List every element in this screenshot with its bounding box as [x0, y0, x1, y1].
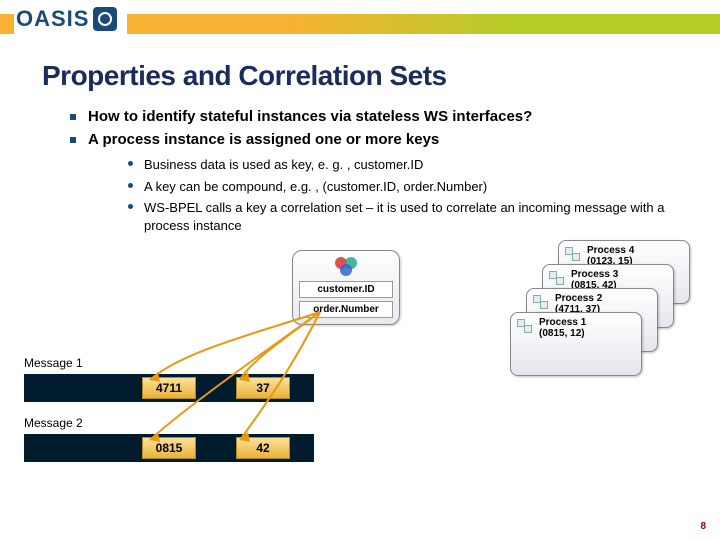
message-label: Message 1: [24, 356, 83, 370]
correlation-field: order.Number: [299, 301, 393, 318]
page-title: Properties and Correlation Sets: [42, 60, 720, 92]
process-name: Process 4: [587, 245, 683, 256]
correlation-field: customer.ID: [299, 281, 393, 298]
diagram: customer.ID order.Number Process 4 (0123…: [0, 252, 720, 492]
message-value: 0815: [142, 437, 196, 459]
process-icon: [533, 295, 549, 309]
bullet-lvl1: How to identify stateful instances via s…: [70, 108, 680, 125]
bullet-lvl1: A process instance is assigned one or mo…: [70, 131, 680, 234]
message-value: 37: [236, 377, 290, 399]
bullet-text: A process instance is assigned one or mo…: [88, 131, 439, 148]
correlation-set-box: customer.ID order.Number: [292, 250, 400, 325]
bullet-lvl2: A key can be compound, e.g. , (customer.…: [128, 178, 680, 196]
logo: OASIS: [14, 0, 127, 34]
correlation-set-card: customer.ID order.Number: [292, 250, 400, 325]
process-name: Process 2: [555, 293, 651, 304]
logo-icon: [93, 7, 117, 31]
bullet-lvl2: Business data is used as key, e. g. , cu…: [128, 156, 680, 174]
message-bar: 4711 37: [24, 374, 314, 402]
header: OASIS: [0, 0, 720, 42]
message-value: 42: [236, 437, 290, 459]
page-number: 8: [700, 521, 706, 532]
bullet-list: How to identify stateful instances via s…: [70, 108, 680, 234]
process-icon: [549, 271, 565, 285]
process-icon: [517, 319, 533, 333]
venn-icon: [332, 257, 360, 277]
process-key: (0815, 12): [539, 328, 635, 339]
bullet-lvl2: WS-BPEL calls a key a correlation set – …: [128, 199, 680, 234]
logo-text: OASIS: [16, 6, 89, 32]
process-name: Process 3: [571, 269, 667, 280]
message-bar: 0815 42: [24, 434, 314, 462]
process-name: Process 1: [539, 317, 635, 328]
process-icon: [565, 247, 581, 261]
message-label: Message 2: [24, 416, 83, 430]
message-value: 4711: [142, 377, 196, 399]
sub-bullet-list: Business data is used as key, e. g. , cu…: [128, 156, 680, 234]
process-card: Process 1 (0815, 12): [510, 312, 642, 376]
